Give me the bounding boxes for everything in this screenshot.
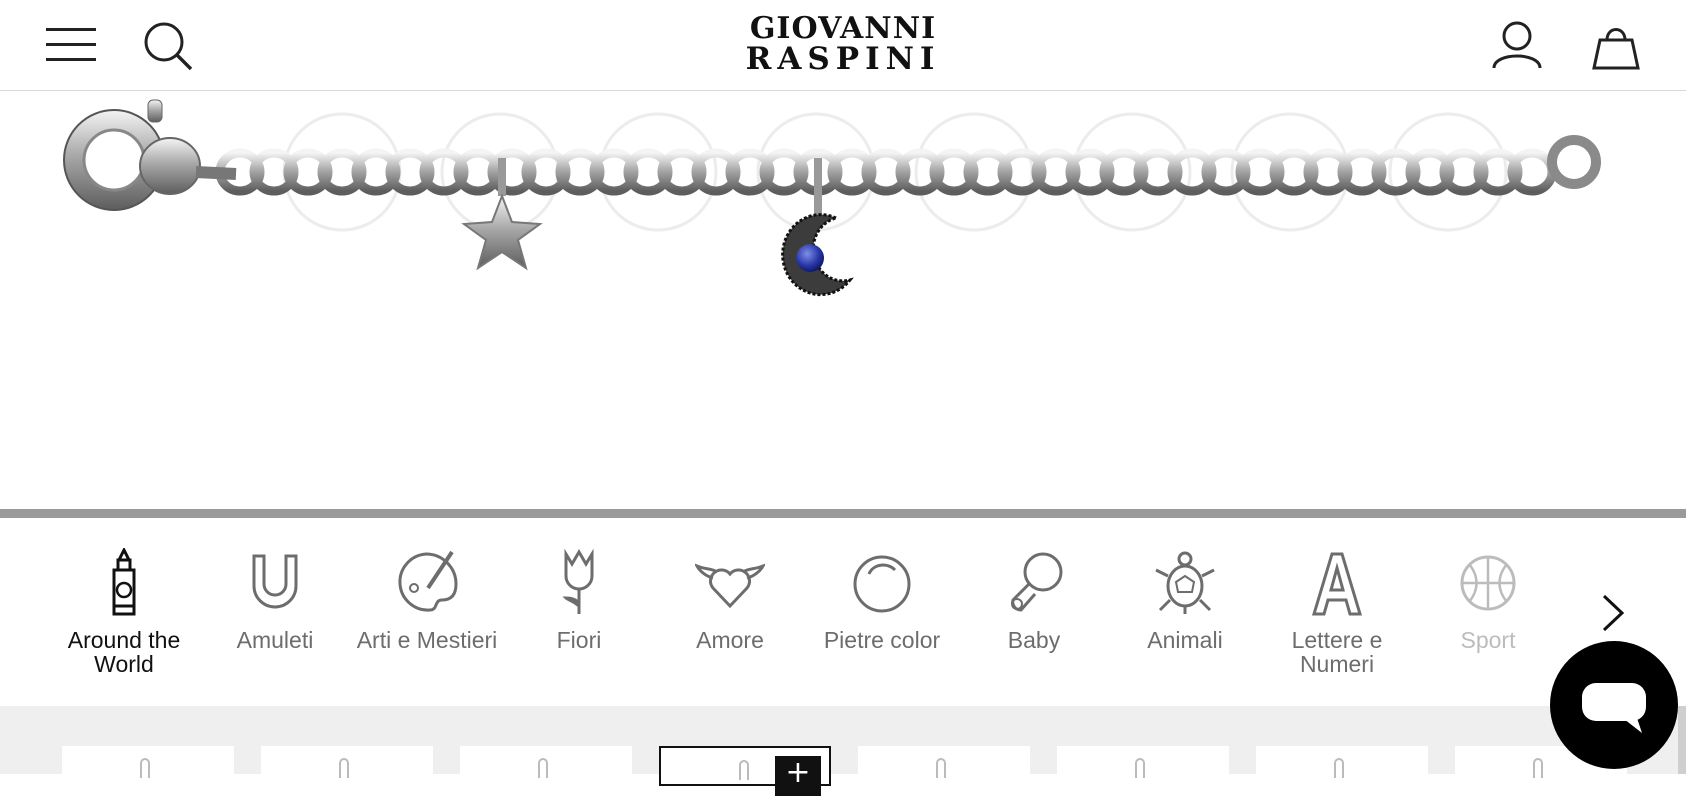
category-amore[interactable]: Amore — [658, 548, 802, 652]
product-tile[interactable] — [1256, 746, 1428, 786]
category-label: Sport — [1460, 627, 1516, 653]
bracelet-image — [63, 99, 1601, 297]
chat-button[interactable] — [1550, 641, 1678, 769]
pacifier-icon — [1011, 552, 1063, 612]
end-ring — [1547, 135, 1601, 189]
add-button[interactable]: + — [775, 756, 821, 796]
product-tile[interactable] — [62, 746, 234, 786]
lobster-clasp — [63, 99, 237, 211]
charm-categories: Around the World Amuleti Arti e Mestieri… — [0, 518, 1686, 706]
product-tile-selected[interactable]: + — [659, 746, 831, 796]
product-tile[interactable] — [261, 746, 433, 786]
scrollbar[interactable] — [1678, 706, 1686, 774]
category-baby[interactable]: Baby — [962, 548, 1106, 652]
category-around-the-world[interactable]: Around the World — [52, 548, 196, 676]
category-arti-e-mestieri[interactable]: Arti e Mestieri — [355, 548, 499, 652]
letter-a-icon — [1311, 552, 1363, 616]
chain — [215, 148, 1557, 196]
chevron-right-icon[interactable] — [1596, 590, 1628, 636]
chat-bubble-icon — [1582, 683, 1646, 733]
category-label: Amuleti — [236, 627, 314, 653]
progress-bar — [0, 509, 1686, 518]
product-tile[interactable] — [460, 746, 632, 786]
category-label: Lettere e Numeri — [1291, 627, 1383, 677]
logo-line-1: GIOVANNI — [749, 11, 937, 46]
logo-line-2: RASPINI — [745, 41, 941, 77]
tulip-icon — [562, 548, 594, 614]
category-label: Arti e Mestieri — [356, 627, 498, 653]
winged-heart-icon — [695, 563, 765, 609]
category-lettere-e-numeri[interactable]: Lettere e Numeri — [1265, 548, 1409, 676]
big-ben-icon — [112, 548, 136, 616]
category-label: Pietre color — [823, 627, 941, 653]
turtle-icon — [1155, 551, 1215, 614]
category-label: Amore — [696, 627, 764, 653]
category-animali[interactable]: Animali — [1113, 548, 1257, 652]
brand-logo[interactable]: GIOVANNI RASPINI — [716, 11, 970, 77]
charm-products-strip: + — [0, 706, 1686, 796]
product-tile[interactable] — [1057, 746, 1229, 786]
palette-icon — [398, 550, 458, 612]
horseshoe-icon — [252, 554, 298, 609]
category-fiori[interactable]: Fiori — [507, 548, 651, 652]
category-label: Around the World — [67, 627, 181, 677]
hamburger-icon[interactable] — [46, 28, 98, 64]
basketball-icon — [1460, 555, 1516, 611]
site-header: GIOVANNI RASPINI — [0, 0, 1686, 91]
category-label: Animali — [1147, 627, 1223, 653]
gem-stone-icon — [853, 555, 911, 613]
user-icon[interactable] — [1490, 20, 1544, 72]
category-label: Fiori — [556, 627, 602, 653]
bracelet-preview — [0, 92, 1686, 510]
search-icon[interactable] — [142, 20, 194, 72]
category-amuleti[interactable]: Amuleti — [203, 548, 347, 652]
charm-slot[interactable] — [282, 112, 402, 232]
shopping-bag-icon[interactable] — [1588, 20, 1644, 72]
category-label: Baby — [1007, 627, 1061, 653]
category-sport[interactable]: Sport — [1416, 548, 1560, 652]
category-pietre-color[interactable]: Pietre color — [810, 548, 954, 652]
product-tile[interactable] — [858, 746, 1030, 786]
